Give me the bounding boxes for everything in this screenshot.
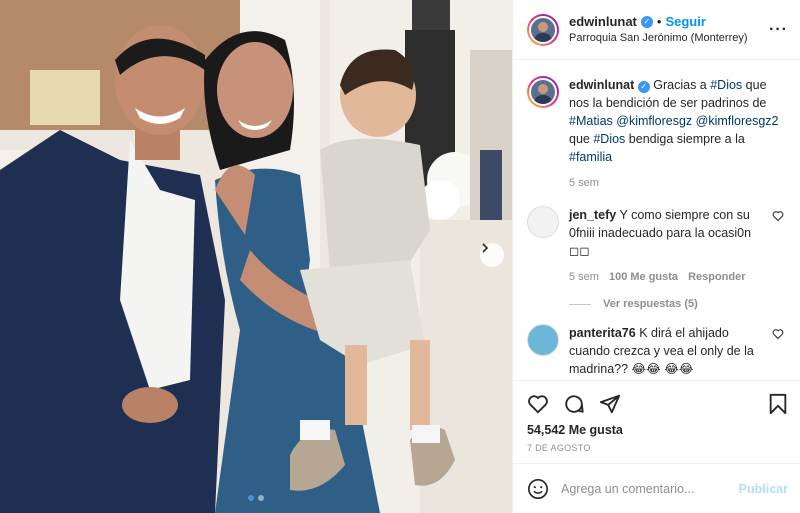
view-replies-button[interactable]: Ver respuestas (5) [569, 298, 786, 310]
comments-list: edwinlunat ✓ Gracias a #Dios que nos la … [513, 60, 800, 380]
comment-input[interactable] [561, 481, 739, 496]
comment-time[interactable]: 5 sem [569, 268, 599, 286]
comment-item: panterita76 K dirá el ahijado cuando cre… [527, 324, 786, 378]
carousel-dot-2 [258, 495, 264, 501]
view-replies-label: Ver respuestas (5) [603, 298, 698, 310]
caption-time[interactable]: 5 sem [569, 174, 599, 192]
comment-like-button[interactable] [772, 324, 786, 378]
hashtag-familia[interactable]: #familia [569, 150, 612, 164]
heart-icon [772, 329, 784, 340]
post-location[interactable]: Parroquia San Jerónimo (Monterrey) [569, 30, 769, 46]
post-photo[interactable] [0, 0, 512, 513]
author-avatar[interactable] [527, 13, 559, 46]
comment-button[interactable] [563, 393, 585, 415]
heart-icon [528, 395, 548, 414]
emoji-icon [528, 478, 548, 499]
carousel-next-button[interactable] [480, 243, 504, 267]
mention-kimfloresgz[interactable]: @kimfloresgz [616, 114, 692, 128]
likes-count[interactable]: 54,542 Me gusta [527, 423, 788, 437]
comment-likes[interactable]: 100 Me gusta [609, 268, 678, 286]
author-username[interactable]: edwinlunat [569, 14, 637, 30]
share-button[interactable] [599, 393, 621, 415]
comment-username[interactable]: panterita76 [569, 326, 636, 340]
carousel-indicator [0, 495, 512, 501]
bookmark-icon [769, 393, 787, 415]
photo-illustration [0, 0, 512, 513]
comment-like-button[interactable] [772, 206, 786, 286]
share-icon [599, 394, 621, 414]
caption-text-4: bendiga siempre a la [625, 132, 745, 146]
comment-item: jen_tefy Y como siempre con su 0fniii in… [527, 206, 786, 286]
hashtag-matias[interactable]: #Matias [569, 114, 613, 128]
comment-composer: Publicar [513, 463, 800, 513]
caption-text-1: Gracias a [653, 78, 711, 92]
save-button[interactable] [768, 393, 788, 415]
post-sidebar: edwinlunat ✓ • Seguir Parroquia San Jeró… [512, 0, 800, 513]
post-date[interactable]: 7 DE AGOSTO [527, 443, 788, 453]
comment-avatar[interactable] [527, 324, 559, 356]
follow-button[interactable]: Seguir [665, 14, 705, 30]
actions-bar: 54,542 Me gusta 7 DE AGOSTO [513, 380, 800, 463]
like-button[interactable] [527, 393, 549, 415]
more-options-button[interactable]: ··· [769, 21, 788, 39]
comment-icon [565, 395, 584, 413]
chevron-right-icon [482, 243, 489, 253]
post-comment-button[interactable]: Publicar [739, 482, 788, 496]
verified-badge-icon: ✓ [637, 81, 650, 93]
heart-icon [772, 211, 784, 222]
emoji-button[interactable] [527, 478, 549, 500]
hashtag-dios[interactable]: #Dios [710, 78, 742, 92]
carousel-dot-1 [248, 495, 254, 501]
separator: • [656, 13, 662, 29]
caption: edwinlunat ✓ Gracias a #Dios que nos la … [527, 76, 786, 192]
instagram-post: edwinlunat ✓ • Seguir Parroquia San Jeró… [0, 0, 800, 513]
verified-badge-icon: ✓ [640, 15, 653, 28]
caption-username[interactable]: edwinlunat [569, 78, 634, 92]
reply-button[interactable]: Responder [688, 268, 745, 286]
comment-avatar[interactable] [527, 206, 559, 238]
hashtag-dios-2[interactable]: #Dios [593, 132, 625, 146]
header-text: edwinlunat ✓ • Seguir Parroquia San Jeró… [569, 14, 769, 46]
caption-text-3: que [569, 132, 594, 146]
caption-avatar[interactable] [527, 76, 559, 108]
post-header: edwinlunat ✓ • Seguir Parroquia San Jeró… [513, 0, 800, 60]
mention-kimfloresgz2[interactable]: @kimfloresgz2 [696, 114, 779, 128]
comment-username[interactable]: jen_tefy [569, 208, 616, 222]
